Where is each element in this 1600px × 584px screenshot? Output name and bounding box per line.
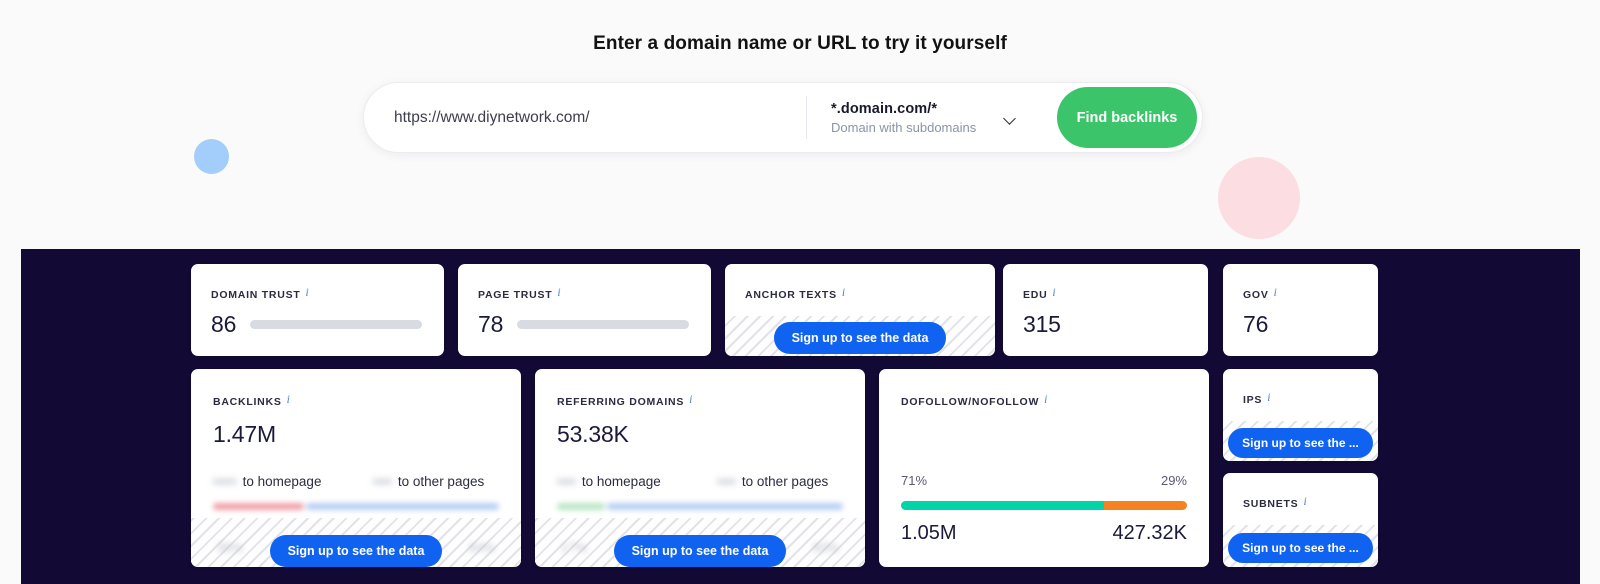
results-panel: DOMAIN TRUST i 86 PAGE TRUST i 78 ANCHOR T… bbox=[21, 249, 1580, 584]
locked-overlay-ips: Sign up to see the ... bbox=[1223, 421, 1378, 461]
info-icon[interactable]: i bbox=[1274, 287, 1277, 299]
card-label-domain-trust: DOMAIN TRUST bbox=[211, 289, 301, 301]
referring-domains-split-bar-otherpages bbox=[607, 503, 843, 510]
signup-button-anchor-texts[interactable]: Sign up to see the data bbox=[773, 322, 947, 354]
card-subnets: SUBNETS i Sign up to see the ... bbox=[1223, 473, 1378, 567]
find-backlinks-button[interactable]: Find backlinks bbox=[1057, 87, 1197, 148]
referring-domains-otherpages-label: to other pages bbox=[741, 474, 829, 489]
dofollow-nofollow-bar bbox=[901, 501, 1187, 510]
signup-button-subnets[interactable]: Sign up to see the ... bbox=[1228, 533, 1373, 563]
search-mode-secondary-label: Domain with subdomains bbox=[831, 119, 977, 135]
card-domain-trust: DOMAIN TRUST i 86 bbox=[191, 264, 444, 356]
referring-domains-blurred-pct-left: 17% bbox=[561, 540, 588, 555]
backlinks-blurred-pct-right: 64% bbox=[468, 540, 495, 555]
domain-trust-bar-track bbox=[250, 320, 422, 329]
info-icon[interactable]: i bbox=[689, 394, 692, 406]
card-label-ips: IPS bbox=[1243, 394, 1263, 406]
nofollow-percent: 29% bbox=[1160, 473, 1187, 488]
card-edu: EDU i 315 bbox=[1003, 264, 1208, 356]
nofollow-value: 427.32K bbox=[1112, 522, 1187, 544]
value-backlinks: 1.47M bbox=[213, 421, 276, 447]
backlinks-blurred-pct-left: 36% bbox=[217, 540, 244, 555]
info-icon[interactable]: i bbox=[1267, 392, 1270, 404]
backlinks-homepage-stat: ••••• to homepage bbox=[213, 474, 373, 489]
card-anchor-texts: ANCHOR TEXTS i Sign up to see the data bbox=[725, 264, 995, 356]
referring-domains-split-bar-homepage bbox=[557, 503, 606, 510]
page-title: Enter a domain name or URL to try it you… bbox=[593, 33, 1007, 54]
locked-overlay-subnets: Sign up to see the ... bbox=[1223, 525, 1378, 567]
referring-domains-otherpages-value: •••• bbox=[717, 474, 736, 489]
backlinks-homepage-label: to homepage bbox=[242, 474, 322, 489]
card-ips: IPS i Sign up to see the ... bbox=[1223, 369, 1378, 461]
info-icon[interactable]: i bbox=[842, 287, 845, 299]
backlinks-otherpages-label: to other pages bbox=[397, 474, 485, 489]
page-trust-bar-track bbox=[517, 320, 689, 329]
referring-domains-blurred-pct-right: 83% bbox=[812, 540, 839, 555]
card-label-backlinks: BACKLINKS bbox=[213, 396, 282, 408]
card-page-trust: PAGE TRUST i 78 bbox=[458, 264, 711, 356]
card-label-referring-domains: REFERRING DOMAINS bbox=[557, 396, 685, 408]
referring-domains-homepage-stat: •••• to homepage bbox=[557, 474, 717, 489]
backlinks-split-bar-otherpages bbox=[305, 503, 499, 510]
locked-overlay-backlinks: 36% 64% Sign up to see the data bbox=[191, 518, 521, 567]
dofollow-value: 1.05M bbox=[901, 522, 957, 544]
decorative-pink-circle bbox=[1218, 157, 1300, 239]
card-label-anchor-texts: ANCHOR TEXTS bbox=[745, 289, 837, 301]
info-icon[interactable]: i bbox=[1044, 394, 1047, 406]
search-bar: *.domain.com/* Domain with subdomains Fi… bbox=[363, 82, 1203, 153]
card-referring-domains: REFERRING DOMAINS i 53.38K •••• to homepa… bbox=[535, 369, 865, 567]
info-icon[interactable]: i bbox=[557, 287, 560, 299]
backlinks-split-bar-homepage bbox=[213, 503, 304, 510]
value-edu: 315 bbox=[1023, 311, 1061, 337]
card-label-gov: GOV bbox=[1243, 289, 1269, 301]
domain-url-input[interactable] bbox=[364, 108, 806, 127]
signup-button-referring-domains[interactable]: Sign up to see the data bbox=[613, 535, 787, 567]
backlinks-split-bar bbox=[213, 503, 499, 510]
info-icon[interactable]: i bbox=[1303, 496, 1306, 508]
card-label-page-trust: PAGE TRUST bbox=[478, 289, 553, 301]
search-mode-dropdown[interactable]: *.domain.com/* Domain with subdomains bbox=[807, 83, 1057, 152]
info-icon[interactable]: i bbox=[1052, 287, 1055, 299]
locked-overlay-referring-domains: 17% 83% Sign up to see the data bbox=[535, 518, 865, 567]
referring-domains-otherpages-stat: •••• to other pages bbox=[717, 474, 828, 489]
value-domain-trust: 86 bbox=[211, 311, 237, 337]
referring-domains-split-bar bbox=[557, 503, 843, 510]
card-label-edu: EDU bbox=[1023, 289, 1048, 301]
info-icon[interactable]: i bbox=[287, 394, 290, 406]
backlinks-homepage-value: ••••• bbox=[213, 474, 237, 489]
dofollow-bar-segment bbox=[901, 501, 1105, 510]
signup-button-backlinks[interactable]: Sign up to see the data bbox=[269, 535, 443, 567]
referring-domains-homepage-value: •••• bbox=[557, 474, 576, 489]
search-mode-primary-label: *.domain.com/* bbox=[831, 100, 938, 117]
card-label-dofollow-nofollow: DOFOLLOW/NOFOLLOW bbox=[901, 396, 1040, 408]
hero-section: Enter a domain name or URL to try it you… bbox=[0, 0, 1600, 249]
card-dofollow-nofollow: DOFOLLOW/NOFOLLOW i 71% 29% 1.05M 427.32K bbox=[879, 369, 1209, 567]
value-referring-domains: 53.38K bbox=[557, 421, 629, 447]
signup-button-ips[interactable]: Sign up to see the ... bbox=[1228, 428, 1373, 458]
referring-domains-homepage-label: to homepage bbox=[581, 474, 661, 489]
backlinks-otherpages-value: •••• bbox=[373, 474, 392, 489]
card-gov: GOV i 76 bbox=[1223, 264, 1378, 356]
nofollow-bar-segment bbox=[1104, 501, 1187, 510]
value-page-trust: 78 bbox=[478, 311, 504, 337]
card-label-subnets: SUBNETS bbox=[1243, 498, 1299, 510]
value-gov: 76 bbox=[1243, 311, 1269, 337]
backlinks-otherpages-stat: •••• to other pages bbox=[373, 474, 484, 489]
locked-overlay-anchor-texts: Sign up to see the data bbox=[725, 316, 995, 356]
card-backlinks: BACKLINKS i 1.47M ••••• to homepage •••• … bbox=[191, 369, 521, 567]
chevron-down-icon[interactable] bbox=[1004, 114, 1017, 122]
dofollow-percent: 71% bbox=[901, 473, 928, 488]
info-icon[interactable]: i bbox=[306, 287, 309, 299]
decorative-blue-circle bbox=[194, 139, 229, 174]
